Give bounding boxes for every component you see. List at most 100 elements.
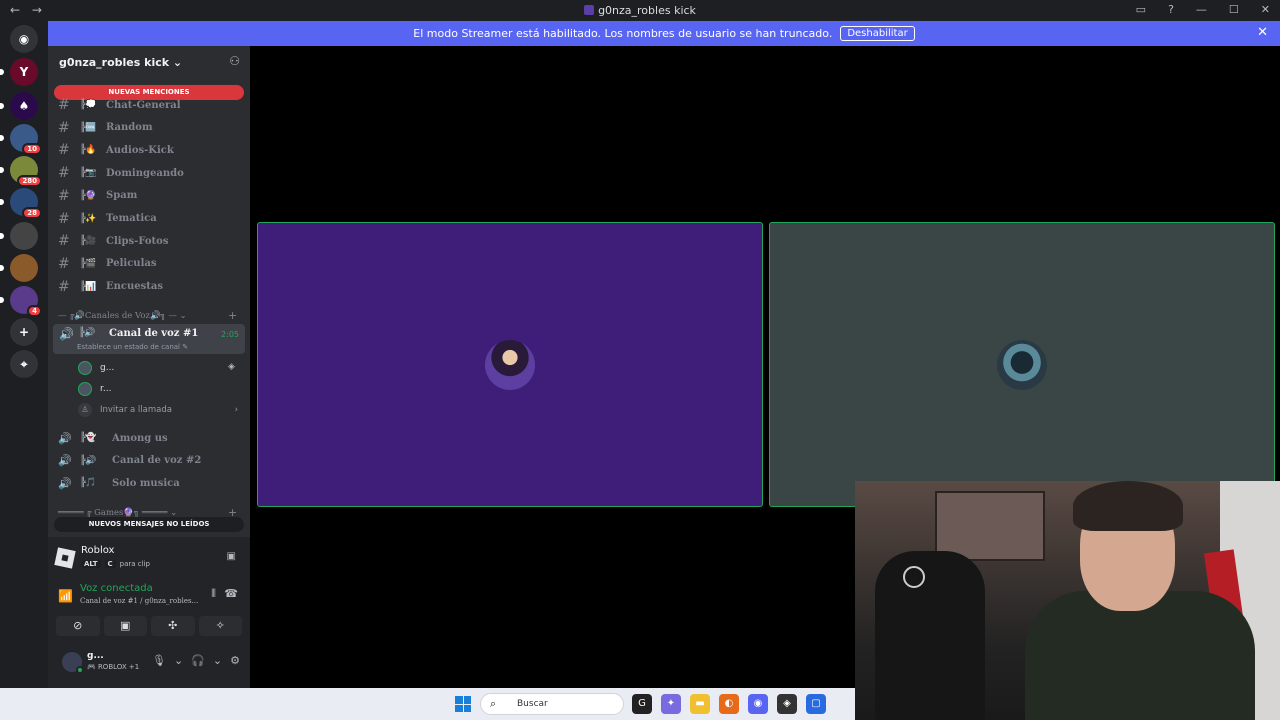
- window-controls: ▭ ? — ☐ ✕: [1136, 3, 1270, 16]
- server-icon[interactable]: Y: [10, 58, 38, 86]
- text-channel[interactable]: # ╠🎬 Peliculas: [58, 254, 156, 274]
- text-channel[interactable]: # ╠🔮 Spam: [58, 186, 137, 206]
- server-header[interactable]: g0nza_robles kick ⌄ ⚇: [48, 46, 250, 78]
- channel-name: Solo musica: [112, 477, 180, 489]
- mic-icon[interactable]: 🎙: [152, 654, 166, 667]
- file-explorer-icon[interactable]: ▬: [690, 694, 710, 714]
- voice-category[interactable]: — ╔🔊Canales de Voz🔊╗ — ⌄ +: [58, 309, 237, 322]
- disable-button[interactable]: Deshabilitar: [840, 26, 915, 41]
- hashtag-icon: #: [58, 255, 70, 272]
- activity-name: Roblox: [81, 545, 115, 556]
- voice-user[interactable]: g...: [78, 359, 114, 377]
- discord-home-icon[interactable]: ◉: [10, 25, 38, 53]
- chevron-right-icon: ›: [234, 405, 238, 415]
- maximize-button[interactable]: ☐: [1229, 3, 1239, 16]
- hashtag-icon: #: [58, 233, 70, 250]
- invite-to-call[interactable]: ♙ Invitar a llamada ›: [78, 403, 238, 417]
- help-icon[interactable]: ?: [1168, 3, 1174, 16]
- screen-share-icon[interactable]: ▣: [227, 551, 236, 562]
- server-icon[interactable]: 4: [10, 286, 42, 317]
- server-icon: [584, 5, 595, 15]
- unread-badge: 28: [22, 207, 42, 219]
- server-icon[interactable]: +: [10, 318, 38, 346]
- close-window-button[interactable]: ✕: [1261, 3, 1270, 16]
- app-icon[interactable]: ▢: [806, 694, 826, 714]
- set-channel-status[interactable]: Establece un estado de canal ✎: [77, 343, 188, 351]
- server-icon[interactable]: 280: [10, 156, 42, 187]
- speaker-icon: 🔊: [58, 454, 72, 468]
- taskbar-apps: G ✦ ▬ ◐ ◉ ◈ ▢: [632, 694, 826, 714]
- text-channel[interactable]: # ╠🆒 Random: [58, 118, 153, 138]
- text-channel[interactable]: # ╠📊 Encuestas: [58, 277, 163, 297]
- new-unread-messages-pill[interactable]: NUEVOS MENSAJES NO LEÍDOS: [54, 517, 244, 532]
- app-icon[interactable]: ◈: [777, 694, 797, 714]
- participant-tile[interactable]: [257, 222, 763, 507]
- gear-icon[interactable]: ⚙: [230, 654, 240, 667]
- participant-tile[interactable]: [769, 222, 1275, 507]
- server-icon[interactable]: 10: [10, 124, 42, 155]
- account-panel: g... 🎮 ROBLOX +1 🎙 ⌄ 🎧 ⌄ ⚙: [48, 642, 250, 682]
- voice-user[interactable]: r...: [78, 380, 111, 398]
- unread-indicator: [0, 135, 4, 141]
- voice-channel[interactable]: 🔊 ╠🎵 Solo musica: [58, 473, 180, 493]
- activities-button[interactable]: ✣: [151, 616, 195, 636]
- active-voice-channel[interactable]: 🔊 ╠🔊 Canal de voz #1 2:05 Establece un e…: [53, 324, 245, 354]
- key-c: C: [104, 560, 116, 568]
- server-icon[interactable]: 28: [10, 188, 42, 219]
- server-icon[interactable]: ♠: [10, 92, 38, 120]
- server-icon[interactable]: [10, 254, 38, 282]
- noise-suppression-icon[interactable]: ⦀: [211, 587, 216, 601]
- minimize-button[interactable]: —: [1196, 3, 1207, 16]
- user-name[interactable]: g...: [87, 651, 104, 661]
- window-title-text: g0nza_robles kick: [598, 4, 696, 17]
- windows-start-icon[interactable]: [455, 696, 471, 712]
- chevron-down-icon[interactable]: ⌄: [213, 654, 222, 667]
- channel-name: Domingeando: [106, 167, 184, 179]
- copilot-icon[interactable]: ✦: [661, 694, 681, 714]
- person-hair: [1073, 481, 1183, 531]
- signal-icon[interactable]: 📶: [58, 589, 73, 603]
- text-channel[interactable]: # ╠🔥 Audios-Kick: [58, 140, 174, 160]
- firefox-icon[interactable]: ◐: [719, 694, 739, 714]
- unread-badge: 10: [22, 143, 42, 155]
- soundboard-button[interactable]: ✧: [198, 616, 242, 636]
- voice-channel[interactable]: 🔊 ╠🔊 Canal de voz #2: [58, 451, 201, 471]
- add-member-icon[interactable]: ⚇: [229, 54, 240, 68]
- channel-name: Spam: [106, 190, 138, 202]
- app-icon[interactable]: G: [632, 694, 652, 714]
- inbox-icon[interactable]: ▭: [1136, 3, 1146, 16]
- add-channel-icon[interactable]: +: [228, 309, 237, 322]
- voice-connection-channel[interactable]: Canal de voz #1 / g0nza_robles...: [80, 597, 198, 605]
- avatar: [485, 339, 535, 390]
- close-icon[interactable]: ✕: [1257, 25, 1268, 40]
- voice-timer: 2:05: [221, 330, 239, 339]
- camera-off-button[interactable]: ⊘: [56, 616, 100, 636]
- chevron-down-icon[interactable]: ⌄: [174, 654, 183, 667]
- channel-emoji: ╠🔮: [80, 190, 97, 201]
- voice-channel[interactable]: 🔊 ╠👻 Among us: [58, 428, 168, 448]
- server-icon-label: ⌖: [20, 356, 28, 371]
- channel-sidebar: g0nza_robles kick ⌄ ⚇ NUEVAS MENCIONES #…: [48, 46, 250, 688]
- discord-icon[interactable]: ◉: [748, 694, 768, 714]
- channel-name: Random: [106, 122, 153, 134]
- speaker-icon: 🔊: [58, 431, 72, 445]
- server-icon[interactable]: ⌖: [10, 350, 38, 378]
- text-channel[interactable]: # ╠📷 Domingeando: [58, 163, 184, 183]
- search-input[interactable]: ⌕ Buscar: [480, 693, 624, 715]
- server-name: g0nza_robles kick: [59, 56, 170, 69]
- invite-label: Invitar a llamada: [100, 405, 172, 415]
- text-channel[interactable]: # ╠🎥 Clips-Fotos: [58, 231, 168, 251]
- channel-name: Tematica: [106, 213, 157, 224]
- channel-name: Audios-Kick: [106, 144, 174, 156]
- streamer-mode-banner: El modo Streamer está habilitado. Los no…: [48, 21, 1280, 46]
- server-icon[interactable]: [10, 222, 38, 250]
- text-channel[interactable]: # ╠✨ Tematica: [58, 209, 157, 229]
- channel-emoji: ╠🎥: [80, 236, 97, 247]
- unread-indicator: [0, 199, 4, 205]
- disconnect-icon[interactable]: ☎: [224, 587, 238, 600]
- roblox-icon: [54, 547, 76, 569]
- share-screen-button[interactable]: ▣: [103, 616, 147, 636]
- headphones-icon[interactable]: 🎧: [191, 654, 205, 667]
- text-channel[interactable]: # ╠💭 Chat-General: [58, 95, 181, 115]
- voice-connected-label[interactable]: Voz conectada: [80, 583, 153, 594]
